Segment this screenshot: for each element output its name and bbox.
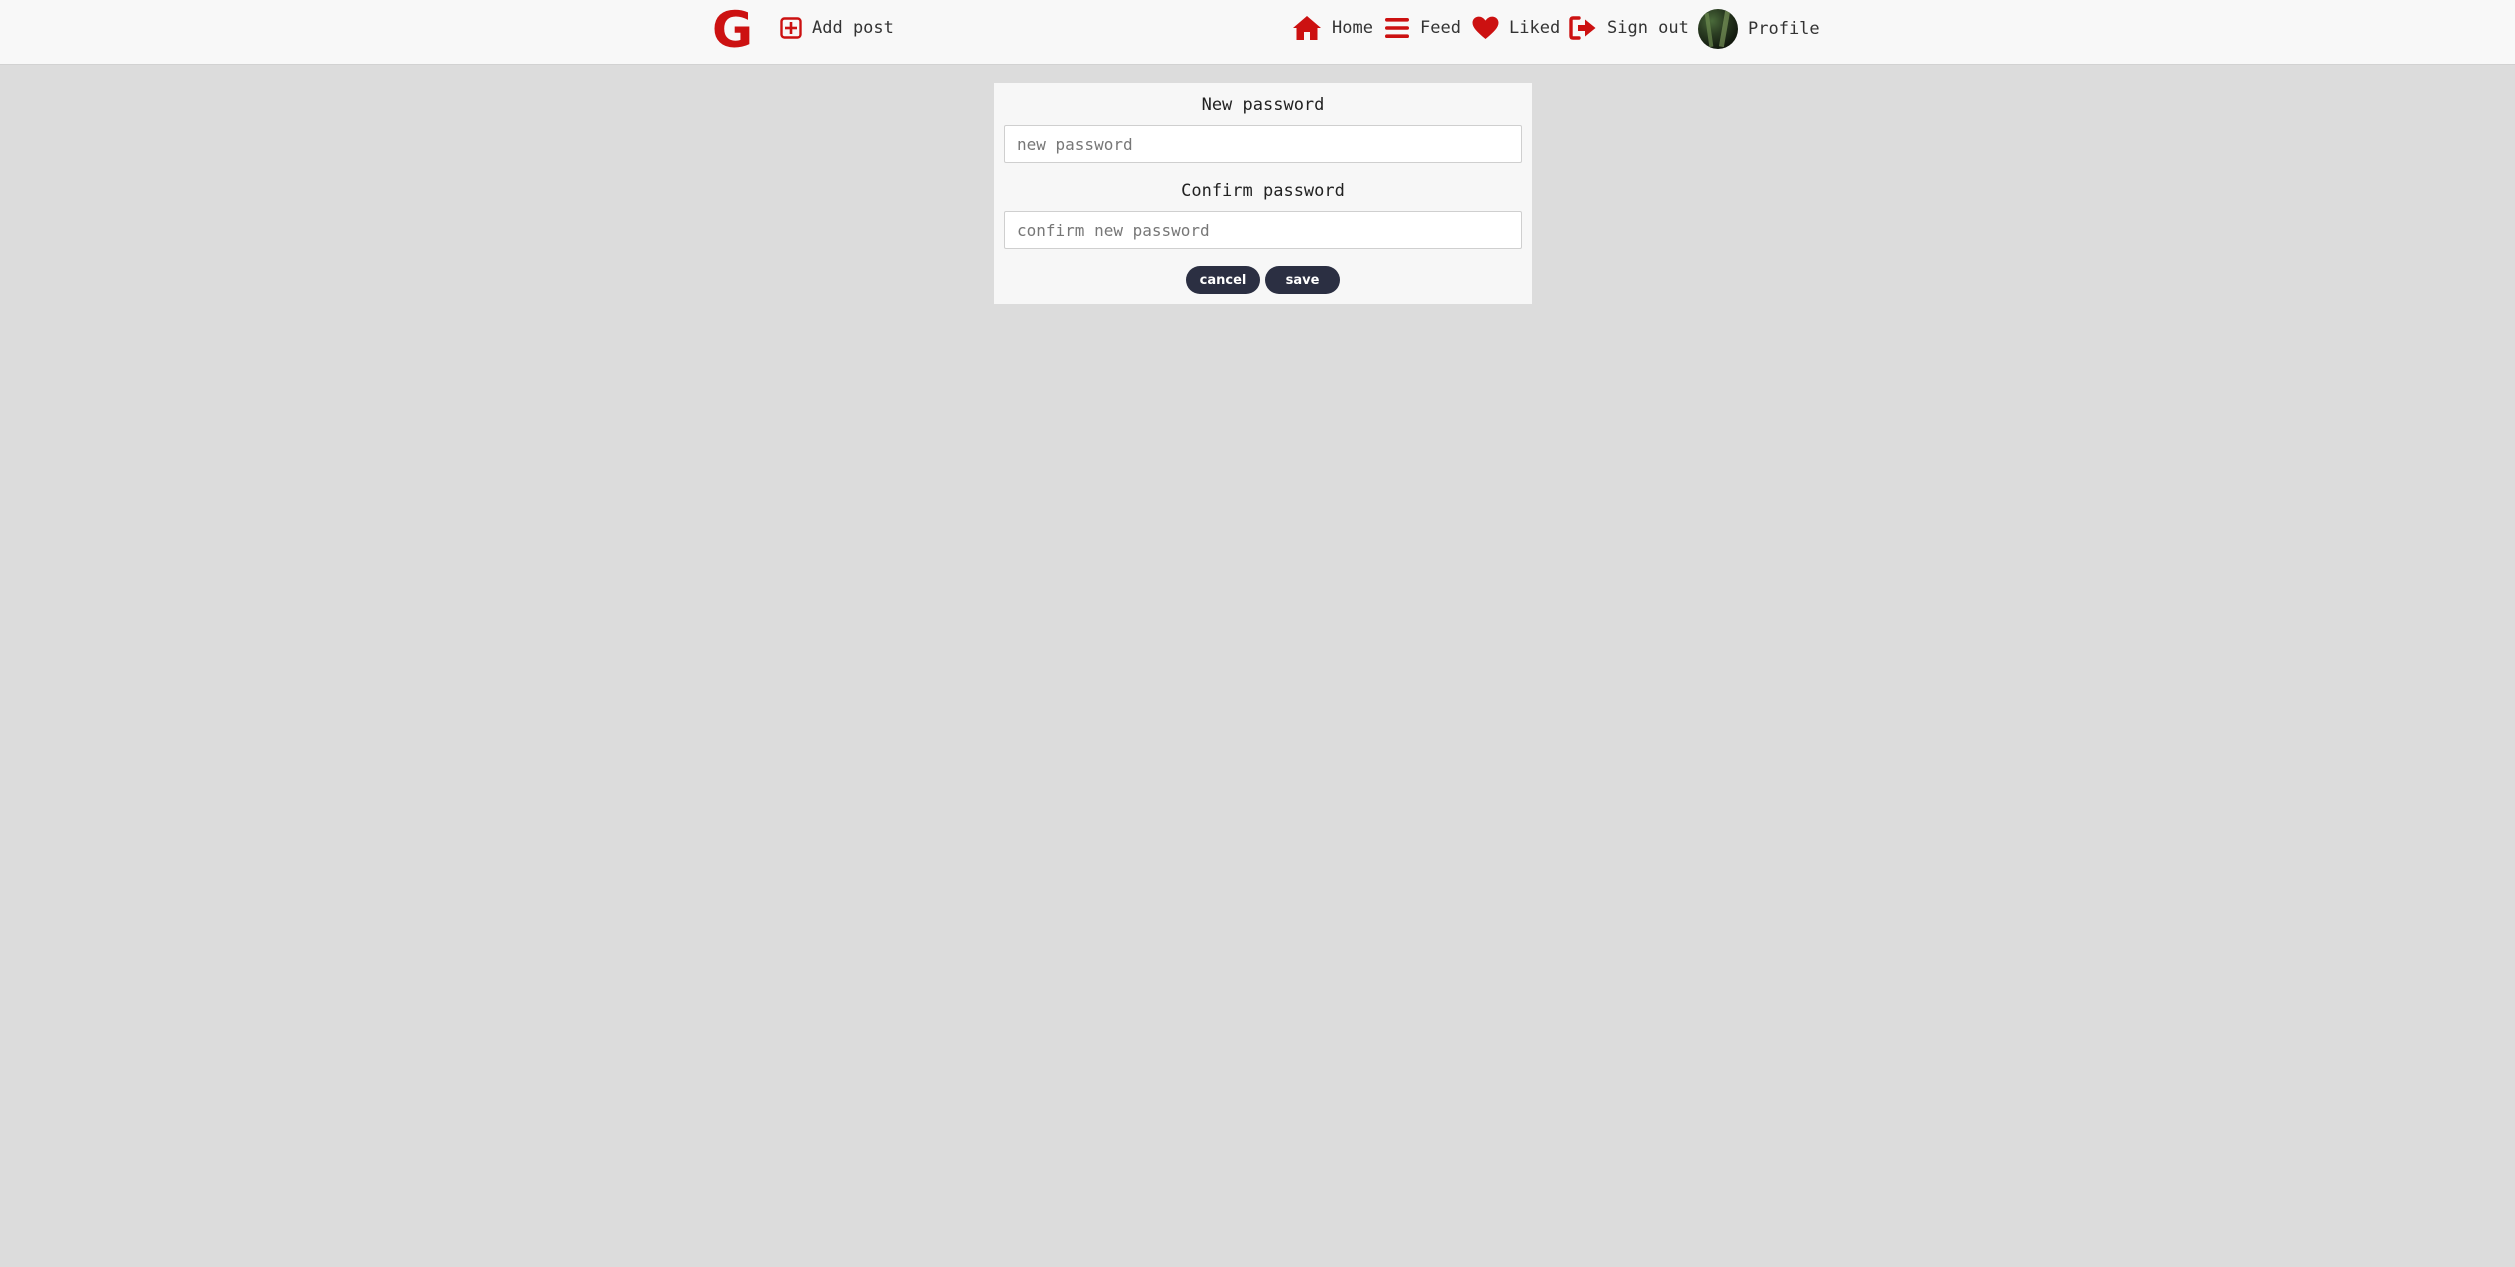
nav-sign-out[interactable]: Sign out (1569, 13, 1689, 43)
new-password-label: New password (1201, 95, 1325, 115)
confirm-password-input[interactable] (1004, 211, 1522, 249)
add-post-label: Add post (812, 18, 894, 38)
sign-out-icon (1569, 16, 1597, 40)
top-navigation-bar: G Add post Home Feed Liked Sign out Prof… (0, 0, 2515, 65)
nav-liked-label: Liked (1509, 18, 1561, 38)
new-password-input[interactable] (1004, 125, 1522, 163)
save-button[interactable]: save (1265, 266, 1340, 294)
avatar (1698, 9, 1738, 49)
home-icon (1292, 15, 1322, 41)
nav-profile[interactable]: Profile (1698, 9, 1820, 49)
menu-bars-icon (1384, 16, 1410, 40)
add-post-link[interactable]: Add post (780, 13, 894, 43)
nav-home-label: Home (1332, 18, 1373, 38)
nav-feed-label: Feed (1420, 18, 1461, 38)
nav-home[interactable]: Home (1292, 13, 1373, 43)
nav-feed[interactable]: Feed (1384, 13, 1461, 43)
change-password-form: New password Confirm password cancel sav… (994, 83, 1532, 304)
heart-icon (1472, 16, 1499, 40)
cancel-button[interactable]: cancel (1186, 266, 1260, 294)
nav-liked[interactable]: Liked (1472, 13, 1560, 43)
plus-square-icon (780, 17, 802, 39)
nav-sign-out-label: Sign out (1607, 18, 1689, 38)
nav-profile-label: Profile (1748, 19, 1820, 39)
confirm-password-label: Confirm password (1181, 181, 1345, 201)
logo[interactable]: G (712, 4, 753, 56)
